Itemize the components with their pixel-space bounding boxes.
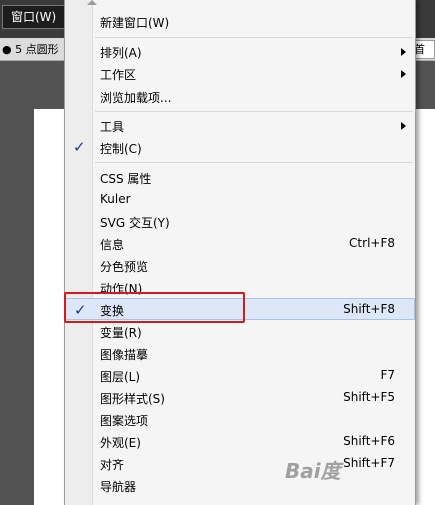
menu-item-tools[interactable]: 工具 xyxy=(65,114,415,136)
menu-item-workspace[interactable]: 工作区 xyxy=(65,62,415,84)
menu-item-css-properties[interactable]: CSS 属性 xyxy=(65,166,415,188)
menu-item-label: Kuler xyxy=(100,192,131,206)
menu-item-shortcut: Ctrl+F8 xyxy=(349,236,395,250)
menu-item-label: 排列(A) xyxy=(100,46,142,60)
menu-item-label: 图案选项 xyxy=(100,414,149,428)
menu-item-arrange[interactable]: 排列(A) xyxy=(65,40,415,62)
menu-item-label: 外观(E) xyxy=(100,436,141,450)
menu-item-label: 浏览加载项... xyxy=(100,91,172,105)
menu-item-kuler[interactable]: Kuler xyxy=(65,188,415,210)
menu-separator xyxy=(95,162,413,163)
menu-item-variables[interactable]: 变量(R) xyxy=(65,320,415,342)
menu-item-label: 工具 xyxy=(100,120,125,134)
menu-item-label: 工作区 xyxy=(100,68,137,82)
menu-item-pattern-options[interactable]: 图案选项 xyxy=(65,408,415,430)
menu-item-label: 对齐 xyxy=(100,458,125,472)
menu-item-label: 图层(L) xyxy=(100,370,141,384)
submenu-arrow-icon xyxy=(401,122,406,130)
menu-item-label: 信息 xyxy=(100,238,125,252)
menu-separator xyxy=(95,111,413,112)
menu-item-control[interactable]: ✓ 控制(C) xyxy=(65,136,415,158)
menu-item-label: 变量(R) xyxy=(100,326,142,340)
submenu-arrow-icon xyxy=(401,48,406,56)
menu-item-label: CSS 属性 xyxy=(100,172,152,186)
menu-item-shortcut: Shift+F5 xyxy=(343,390,395,404)
menu-item-label: 分色预览 xyxy=(100,260,149,274)
menu-item-appearance[interactable]: 外观(E) Shift+F6 xyxy=(65,430,415,452)
submenu-arrow-icon xyxy=(401,70,406,78)
menu-item-label: 控制(C) xyxy=(100,142,142,156)
menu-item-separations-preview[interactable]: 分色预览 xyxy=(65,254,415,276)
menu-item-shortcut: Shift+F6 xyxy=(343,434,395,448)
checkmark-icon: ✓ xyxy=(73,138,86,156)
menu-item-label: 导航器 xyxy=(100,480,137,494)
brush-preset-label: ● 5 点圆形 xyxy=(2,43,59,56)
menu-item-new-window[interactable]: 新建窗口(W) xyxy=(65,10,415,32)
highlight-annotation-box xyxy=(64,292,245,323)
menu-item-label: 图像描摹 xyxy=(100,348,149,362)
menu-item-label: 图形样式(S) xyxy=(100,392,165,406)
watermark-logo: Bai度 xyxy=(285,459,341,483)
menu-item-browse-addons[interactable]: 浏览加载项... xyxy=(65,85,415,107)
menu-item-info[interactable]: 信息 Ctrl+F8 xyxy=(65,232,415,254)
menu-item-image-trace[interactable]: 图像描摹 xyxy=(65,342,415,364)
menu-item-shortcut: Shift+F7 xyxy=(343,456,395,470)
scroll-up-arrow-icon[interactable] xyxy=(87,0,97,5)
menu-item-align[interactable]: 对齐 Shift+F7 xyxy=(65,452,415,474)
menu-item-label: SVG 交互(Y) xyxy=(100,216,170,230)
menu-item-layers[interactable]: 图层(L) F7 xyxy=(65,364,415,386)
menu-separator xyxy=(95,37,413,38)
menu-item-shortcut: F7 xyxy=(380,368,395,382)
menu-item-shortcut: Shift+F8 xyxy=(343,302,395,316)
window-dropdown-menu: 新建窗口(W) 排列(A) 工作区 浏览加载项... 工具 ✓ 控制(C) CS… xyxy=(64,0,416,505)
menu-item-svg-interactivity[interactable]: SVG 交互(Y) xyxy=(65,210,415,232)
menu-item-navigator[interactable]: 导航器 xyxy=(65,474,415,496)
menu-item-label: 新建窗口(W) xyxy=(100,16,170,30)
window-menu[interactable]: 窗口(W) xyxy=(2,5,66,29)
menu-item-graphic-styles[interactable]: 图形样式(S) Shift+F5 xyxy=(65,386,415,408)
